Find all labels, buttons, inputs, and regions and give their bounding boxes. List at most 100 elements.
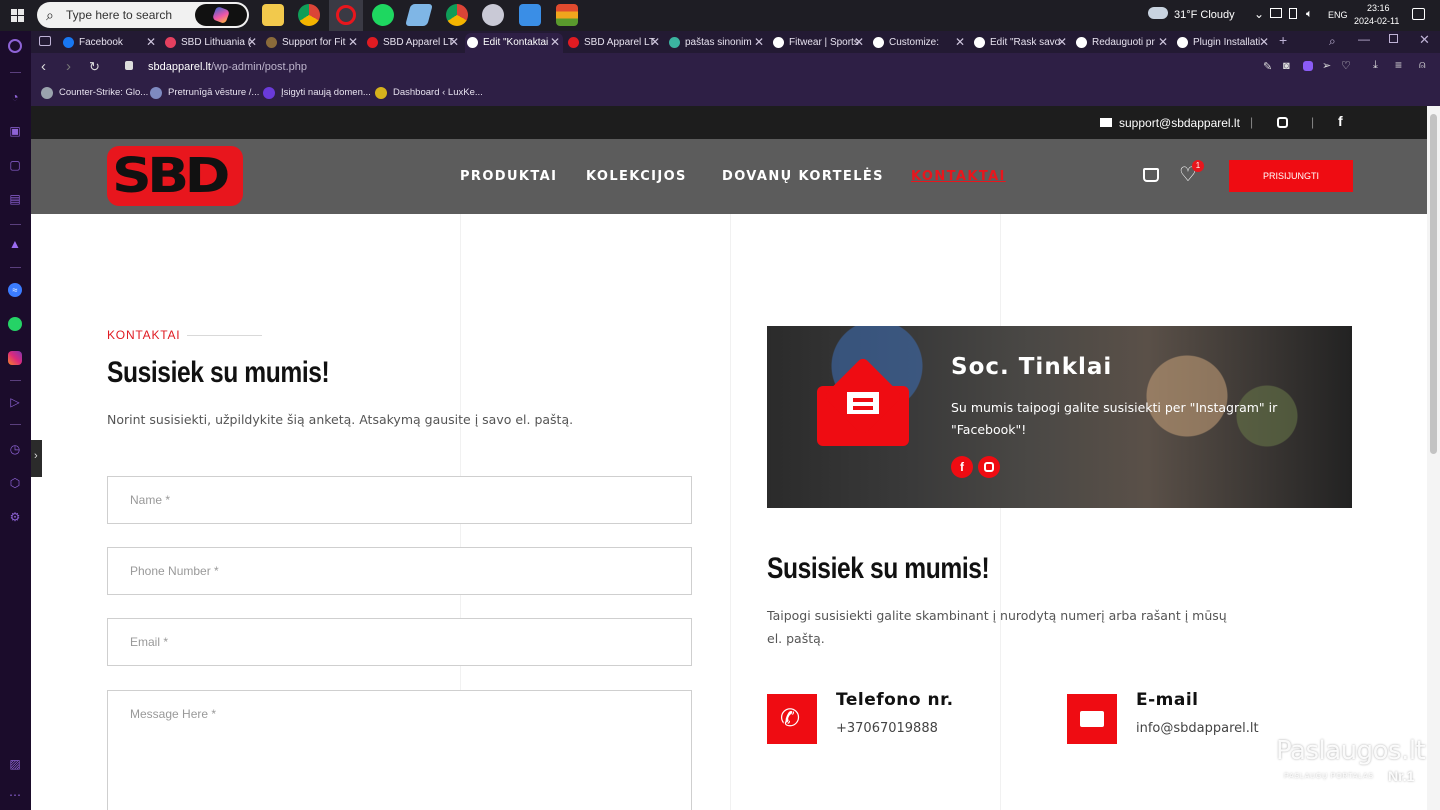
battery-icon[interactable] bbox=[1289, 8, 1297, 19]
speed-dial-icon[interactable]: ◔ bbox=[8, 90, 22, 104]
heart-icon[interactable]: ♡ bbox=[1341, 59, 1351, 72]
player-icon[interactable]: ▷ bbox=[8, 395, 22, 409]
notification-icon[interactable] bbox=[1412, 8, 1425, 20]
forward-icon[interactable]: › bbox=[66, 58, 71, 75]
email-value[interactable]: info@sbdapparel.lt bbox=[1136, 721, 1259, 736]
scrollbar-thumb[interactable] bbox=[1430, 114, 1437, 454]
browser-tab[interactable]: Edit "Kontaktai ✕ bbox=[465, 33, 563, 53]
tab-close-icon[interactable]: ✕ bbox=[1057, 35, 1067, 49]
clock-time[interactable]: 23:16 bbox=[1367, 3, 1390, 13]
maximize-icon[interactable] bbox=[1389, 34, 1398, 43]
tab-close-icon[interactable]: ✕ bbox=[1259, 35, 1269, 49]
window-close-icon[interactable]: ✕ bbox=[1419, 32, 1430, 48]
opera-menu-icon[interactable] bbox=[8, 39, 22, 53]
history-icon[interactable]: ◷ bbox=[8, 442, 22, 456]
easy-setup-icon[interactable]: ≡ bbox=[1395, 58, 1402, 72]
tab-close-icon[interactable]: ✕ bbox=[550, 35, 560, 49]
back-icon[interactable]: ‹ bbox=[41, 58, 46, 75]
new-tab-plus-icon[interactable]: + bbox=[1279, 32, 1287, 48]
taskbar-search-box[interactable]: ⌕ Type here to search bbox=[37, 2, 249, 28]
browser-tab[interactable]: Fitwear | Sports ✕ bbox=[771, 33, 867, 53]
tab-close-icon[interactable]: ✕ bbox=[348, 35, 358, 49]
bookmark-item[interactable]: Įsigyti naują domen... bbox=[263, 87, 371, 99]
settings-gear-icon[interactable]: ⚙ bbox=[8, 510, 22, 524]
tab-close-icon[interactable]: ✕ bbox=[146, 35, 156, 49]
cart-icon[interactable] bbox=[1143, 168, 1159, 182]
messenger-icon[interactable]: ≈ bbox=[8, 283, 22, 297]
name-input[interactable]: Name * bbox=[107, 476, 692, 524]
download-icon[interactable]: ⤓ bbox=[1373, 59, 1378, 72]
language-indicator[interactable]: ENG bbox=[1328, 10, 1348, 20]
twitch-icon[interactable]: ▢ bbox=[8, 158, 22, 172]
tab-close-icon[interactable]: ✕ bbox=[650, 35, 660, 49]
tab-close-icon[interactable]: ✕ bbox=[955, 35, 965, 49]
copilot-icon[interactable] bbox=[195, 4, 247, 26]
browser-tab[interactable]: Plugin Installati ✕ bbox=[1175, 33, 1272, 53]
browser-tab[interactable]: Facebook ✕ bbox=[61, 33, 159, 53]
lock-icon[interactable] bbox=[125, 61, 133, 70]
wallpaper-icon[interactable]: ▨ bbox=[8, 757, 22, 771]
opera-gx-icon[interactable] bbox=[329, 0, 363, 31]
facebook-icon[interactable]: f bbox=[1338, 113, 1343, 129]
reload-icon[interactable]: ↻ bbox=[89, 59, 100, 75]
support-email[interactable]: support@sbdapparel.lt bbox=[1119, 116, 1240, 130]
minimize-icon[interactable]: — bbox=[1358, 32, 1370, 46]
chrome-profile-icon[interactable] bbox=[446, 4, 468, 26]
gx-corner-icon[interactable]: ▣ bbox=[8, 124, 22, 138]
chevron-up-icon[interactable]: ⌄ bbox=[1254, 7, 1264, 21]
bookmark-item[interactable]: Dashboard ‹ LuxKe... bbox=[375, 87, 483, 99]
instagram-icon[interactable] bbox=[1277, 117, 1288, 128]
weather-text[interactable]: 31°F Cloudy bbox=[1174, 9, 1235, 21]
tab-close-icon[interactable]: ✕ bbox=[854, 35, 864, 49]
browser-tab[interactable]: Edit "Rask savo ✕ bbox=[972, 33, 1070, 53]
whatsapp-icon[interactable] bbox=[8, 317, 22, 331]
camera-icon[interactable]: ◙ bbox=[1283, 60, 1290, 72]
browser-tab[interactable]: Customize: ✕ bbox=[871, 33, 968, 53]
nav-produktai[interactable]: PRODUKTAI bbox=[460, 169, 557, 184]
notes-app-icon[interactable] bbox=[405, 4, 433, 26]
tab-close-icon[interactable]: ✕ bbox=[449, 35, 459, 49]
spotify-icon[interactable] bbox=[372, 4, 394, 26]
tab-islands-icon[interactable] bbox=[39, 36, 51, 46]
file-explorer-icon[interactable] bbox=[262, 4, 284, 26]
nav-kolekcijos[interactable]: KOLEKCIJOS bbox=[586, 169, 687, 184]
bookmark-item[interactable]: Counter-Strike: Glo... bbox=[41, 87, 148, 99]
facebook-circle-icon[interactable]: f bbox=[951, 456, 973, 478]
phone-input[interactable]: Phone Number * bbox=[107, 547, 692, 595]
windows-start-icon[interactable] bbox=[11, 9, 24, 22]
winrar-icon[interactable] bbox=[556, 4, 578, 26]
gx-control-icon[interactable]: ▤ bbox=[8, 192, 22, 206]
chrome-icon[interactable] bbox=[298, 4, 320, 26]
sbd-logo[interactable]: SBD bbox=[107, 146, 243, 206]
tab-close-icon[interactable]: ✕ bbox=[247, 35, 257, 49]
login-button[interactable]: PRISIJUNGTI bbox=[1229, 160, 1353, 192]
vpn-icon[interactable] bbox=[1303, 61, 1313, 71]
aria-icon[interactable]: ▲ bbox=[8, 237, 22, 251]
browser-tab[interactable]: SBD Apparel LT ✕ bbox=[365, 33, 462, 53]
send-icon[interactable]: ➢ bbox=[1322, 59, 1331, 72]
browser-tab[interactable]: Support for Fit ✕ bbox=[264, 33, 361, 53]
nav-dovanu-korteles[interactable]: DOVANŲ KORTELĖS bbox=[722, 169, 884, 184]
page-scrollbar[interactable] bbox=[1427, 106, 1440, 810]
profile-icon[interactable]: ⍝ bbox=[1419, 59, 1426, 72]
sidebar-expand-toggle[interactable]: › bbox=[31, 440, 42, 477]
tab-search-icon[interactable]: ⌕ bbox=[1329, 34, 1336, 49]
network-icon[interactable] bbox=[1270, 8, 1282, 18]
browser-tab[interactable]: paštas sinonim ✕ bbox=[667, 33, 767, 53]
instagram-sidebar-icon[interactable] bbox=[8, 351, 22, 365]
instagram-circle-icon[interactable] bbox=[978, 456, 1000, 478]
bookmark-item[interactable]: Pretrunīgā vēsture /... bbox=[150, 87, 259, 99]
browser-tab[interactable]: Redauguoti pr ✕ bbox=[1074, 33, 1171, 53]
phone-value[interactable]: +37067019888 bbox=[836, 721, 938, 736]
photos-icon[interactable] bbox=[519, 4, 541, 26]
more-icon[interactable]: ⋯ bbox=[8, 788, 22, 802]
url-field[interactable]: sbdapparel.lt/wp-admin/post.php bbox=[148, 61, 307, 73]
edit-page-icon[interactable]: ✎ bbox=[1263, 60, 1272, 73]
clock-date[interactable]: 2024-02-11 bbox=[1354, 16, 1399, 26]
tab-close-icon[interactable]: ✕ bbox=[754, 35, 764, 49]
tab-close-icon[interactable]: ✕ bbox=[1158, 35, 1168, 49]
browser-tab[interactable]: SBD Apparel LT ✕ bbox=[566, 33, 663, 53]
nav-kontaktai[interactable]: KONTAKTAI bbox=[911, 169, 1006, 184]
speaker-icon[interactable]: 🔈︎ bbox=[1306, 8, 1313, 21]
extensions-icon[interactable]: ⬡ bbox=[8, 476, 22, 490]
